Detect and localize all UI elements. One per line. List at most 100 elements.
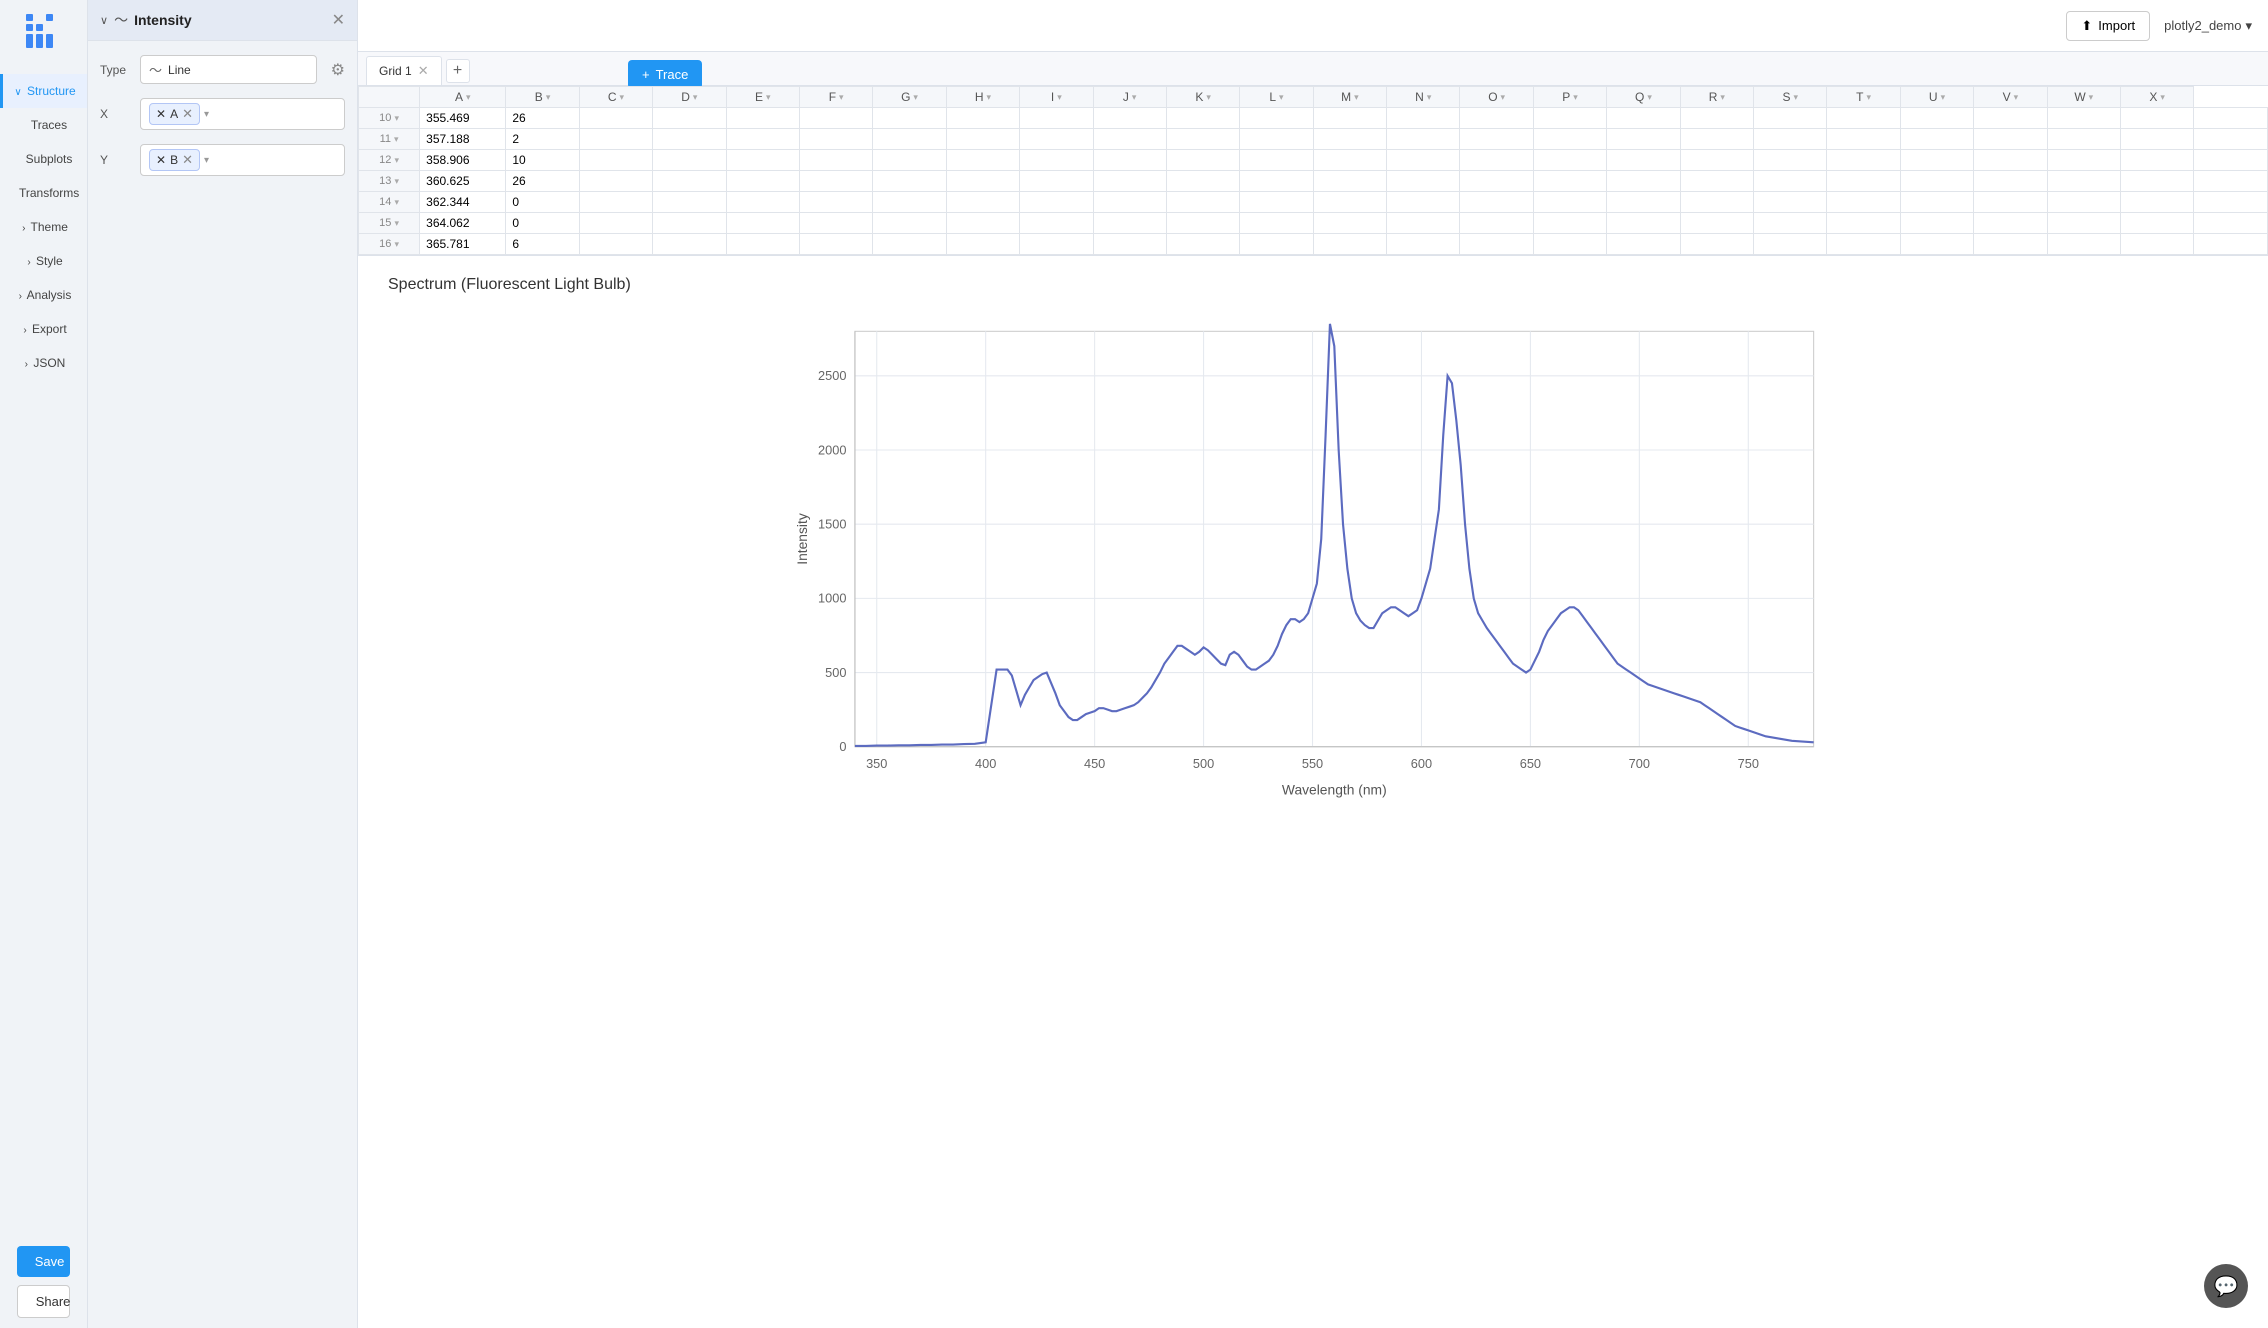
y-tag-remove[interactable]: ✕ [182,152,193,168]
user-menu[interactable]: plotly2_demo ▾ [2164,18,2252,34]
trace-panel: ∨ 〜 Intensity ✕ Type 〜 Line ⚙ X ✕ A ✕ ▾ [88,0,358,1328]
user-dropdown-arrow: ▾ [2245,18,2252,34]
x-dropdown-arrow: ▾ [204,109,209,120]
panel-trace-icon: 〜 [114,10,128,30]
sidebar-item-export-label: Export [32,322,67,336]
y-tag-label: ✕ [156,153,166,167]
sidebar-item-analysis-label: Analysis [27,288,72,302]
svg-text:550: 550 [1302,756,1323,771]
svg-text:450: 450 [1084,756,1105,771]
svg-text:600: 600 [1411,756,1432,771]
sidebar-item-analysis[interactable]: › Analysis [0,278,87,312]
x-tag-label: ✕ [156,107,166,121]
x-field-row: X ✕ A ✕ ▾ [100,98,345,130]
sidebar-item-traces-label: Traces [31,118,67,132]
panel-close-icon[interactable]: ✕ [332,10,345,30]
table-row[interactable]: 13 ▾360.62526 [359,171,2268,192]
chat-icon[interactable]: 💬 [2204,1264,2248,1308]
username: plotly2_demo [2164,18,2241,33]
save-button[interactable]: Save [17,1246,71,1277]
table-row[interactable]: 11 ▾357.1882 [359,129,2268,150]
sidebar-item-export[interactable]: › Export [0,312,87,346]
json-arrow: › [25,359,28,370]
svg-text:1500: 1500 [818,516,846,531]
x-tag: ✕ A ✕ [149,103,200,125]
svg-text:Intensity: Intensity [794,513,810,565]
content: Grid 1 ✕ + A▾B▾C▾D▾E▾F▾G▾H▾I▾J▾K▾L▾M▾N▾O… [358,52,2268,1328]
type-value: Line [168,63,308,77]
grid-tab-1-label: Grid 1 [379,64,412,78]
spreadsheet-wrapper[interactable]: A▾B▾C▾D▾E▾F▾G▾H▾I▾J▾K▾L▾M▾N▾O▾P▾Q▾R▾S▾T▾… [358,86,2268,255]
line-type-icon: 〜 [149,60,162,79]
sidebar-bottom: Save Share [0,1236,87,1328]
add-trace-plus-icon: + [642,67,650,82]
export-arrow: › [23,325,26,336]
svg-text:500: 500 [825,665,846,680]
svg-text:400: 400 [975,756,996,771]
sidebar-item-style-label: Style [36,254,63,268]
svg-text:0: 0 [839,739,846,754]
structure-arrow: ∨ [14,87,21,98]
sidebar-item-traces[interactable]: Traces [0,108,87,142]
sidebar-item-subplots-label: Subplots [26,152,73,166]
app-logo [22,10,66,54]
type-select[interactable]: 〜 Line [140,55,317,84]
sidebar-item-theme[interactable]: › Theme [0,210,87,244]
y-tag: ✕ B ✕ [149,149,200,171]
chart-container[interactable]: 0500100015002000250035040045050055060065… [388,310,2238,800]
chart-title: Spectrum (Fluorescent Light Bulb) [388,276,2238,294]
panel-chevron-icon[interactable]: ∨ [100,14,108,27]
share-button[interactable]: Share [17,1285,71,1318]
grid-tab-add-button[interactable]: + [446,59,470,83]
svg-text:350: 350 [866,756,887,771]
spreadsheet: A▾B▾C▾D▾E▾F▾G▾H▾I▾J▾K▾L▾M▾N▾O▾P▾Q▾R▾S▾T▾… [358,86,2268,255]
sidebar-item-json[interactable]: › JSON [0,346,87,380]
svg-text:500: 500 [1193,756,1214,771]
sidebar-item-transforms-label: Transforms [19,186,79,200]
sidebar-nav: ∨ Structure Traces Subplots Transforms ›… [0,74,87,380]
panel-title: Intensity [134,12,326,28]
table-row[interactable]: 16 ▾365.7816 [359,234,2268,255]
grid-tab-close-icon[interactable]: ✕ [418,63,429,79]
main-area: ⬆ Import plotly2_demo ▾ + Trace Grid 1 ✕… [358,0,2268,1328]
sidebar-item-subplots[interactable]: Subplots [0,142,87,176]
x-select[interactable]: ✕ A ✕ ▾ [140,98,345,130]
table-row[interactable]: 12 ▾358.90610 [359,150,2268,171]
table-row[interactable]: 15 ▾364.0620 [359,213,2268,234]
y-label: Y [100,153,130,167]
table-row[interactable]: 10 ▾355.46926 [359,108,2268,129]
import-button[interactable]: ⬆ Import [2066,11,2150,41]
topbar: ⬆ Import plotly2_demo ▾ [358,0,2268,52]
sidebar-item-structure[interactable]: ∨ Structure [0,74,87,108]
panel-header: ∨ 〜 Intensity ✕ [88,0,357,41]
y-tag-value: B [170,153,178,167]
svg-text:1000: 1000 [818,591,846,606]
chart-area: Spectrum (Fluorescent Light Bulb) 0 500 10… [358,256,2268,1328]
sidebar: ∨ Structure Traces Subplots Transforms ›… [0,0,88,1328]
type-label: Type [100,63,130,77]
import-icon: ⬆ [2081,18,2092,34]
sidebar-item-transforms[interactable]: Transforms [0,176,87,210]
chart-svg: 0500100015002000250035040045050055060065… [388,310,2238,800]
x-tag-remove[interactable]: ✕ [182,106,193,122]
type-field-row: Type 〜 Line ⚙ [100,55,345,84]
svg-text:650: 650 [1520,756,1541,771]
sidebar-item-structure-label: Structure [27,84,76,98]
sidebar-item-json-label: JSON [33,356,65,370]
theme-arrow: › [22,223,25,234]
import-label: Import [2098,18,2135,33]
svg-text:750: 750 [1738,756,1759,771]
x-tag-value: A [170,107,178,121]
y-select[interactable]: ✕ B ✕ ▾ [140,144,345,176]
table-row[interactable]: 14 ▾362.3440 [359,192,2268,213]
sidebar-item-style[interactable]: › Style [0,244,87,278]
analysis-arrow: › [19,291,22,302]
add-trace-label: Trace [656,67,689,82]
x-label: X [100,107,130,121]
grid-tab-1[interactable]: Grid 1 ✕ [366,56,442,85]
settings-gear-icon[interactable]: ⚙ [331,60,345,80]
y-dropdown-arrow: ▾ [204,155,209,166]
style-arrow: › [27,257,30,268]
add-trace-button[interactable]: + Trace [628,60,702,89]
panel-body: Type 〜 Line ⚙ X ✕ A ✕ ▾ Y [88,41,357,190]
